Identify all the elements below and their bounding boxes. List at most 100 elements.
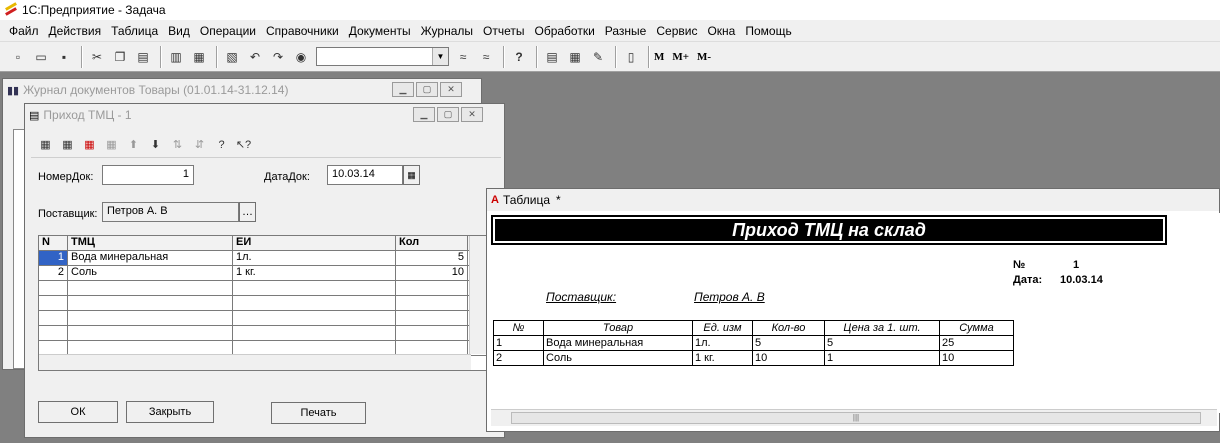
copy-icon[interactable]: ❐	[110, 47, 130, 67]
minimize-icon[interactable]: ▁	[413, 107, 435, 122]
delete-row-icon[interactable]: ▦	[81, 135, 98, 155]
context-help-icon[interactable]: ↖?	[235, 135, 252, 155]
nomer-label: НомерДок:	[38, 171, 94, 183]
cell-n[interactable]: 1	[39, 251, 68, 265]
menu-windows[interactable]: Окна	[702, 24, 740, 38]
copy-row-icon[interactable]: ▦	[103, 135, 120, 155]
close-icon[interactable]: ✕	[461, 107, 483, 122]
menu-actions[interactable]: Действия	[44, 24, 107, 38]
report-sheet[interactable]: Приход ТМЦ на склад № 1 Дата: 10.03.14 П…	[491, 213, 1220, 413]
print-button[interactable]: Печать	[271, 402, 366, 424]
search-combo[interactable]: ▼	[316, 47, 449, 66]
items-grid[interactable]: N ТМЦ ЕИ Кол 1 Вода минеральная 1л. 5 2 …	[38, 235, 487, 371]
memory-button[interactable]: M	[654, 51, 664, 63]
table-row[interactable]: 1 Вода минеральная 1л. 5	[39, 251, 486, 266]
table-row[interactable]: 2 Соль 1 кг. 10	[39, 266, 486, 281]
undo-icon[interactable]: ↶	[245, 47, 265, 67]
date-field[interactable]: 10.03.14	[327, 165, 403, 185]
maximize-icon[interactable]: ▢	[437, 107, 459, 122]
new-document-icon[interactable]: ▫	[8, 47, 28, 67]
sort-asc-icon[interactable]: ⇅	[169, 135, 186, 155]
find-prev-icon[interactable]: ≈	[476, 47, 496, 67]
book-icon[interactable]: ▯	[621, 47, 641, 67]
report-cell: 2	[493, 350, 544, 366]
maximize-icon[interactable]: ▢	[416, 82, 438, 97]
move-down-icon[interactable]: ⬇	[147, 135, 164, 155]
col-n[interactable]: N	[39, 236, 68, 250]
memory-minus-button[interactable]: M-	[697, 51, 711, 63]
sort-desc-icon[interactable]: ⇵	[191, 135, 208, 155]
report-table: № Товар Ед. изм Кол-во Цена за 1. шт. Су…	[493, 320, 1014, 366]
print-icon[interactable]: ▥	[166, 47, 186, 67]
journal-window-controls: ▁ ▢ ✕	[390, 82, 462, 97]
cell-item[interactable]: Соль	[68, 266, 233, 280]
cell-unit[interactable]: 1л.	[233, 251, 396, 265]
cell-qty[interactable]: 5	[396, 251, 468, 265]
menu-processing[interactable]: Обработки	[529, 24, 599, 38]
menu-reports[interactable]: Отчеты	[478, 24, 529, 38]
cell-qty[interactable]: 10	[396, 266, 468, 280]
table-row[interactable]	[39, 296, 486, 311]
menu-table[interactable]: Таблица	[106, 24, 163, 38]
col-unit[interactable]: ЕИ	[233, 236, 396, 250]
move-up-icon[interactable]: ⬆	[125, 135, 142, 155]
cell-n[interactable]: 2	[39, 266, 68, 280]
print-preview-icon[interactable]: ▦	[189, 47, 209, 67]
col-item[interactable]: ТМЦ	[68, 236, 233, 250]
supplier-field[interactable]: Петров А. В	[102, 202, 239, 222]
save-icon[interactable]: ▪	[54, 47, 74, 67]
cell-item[interactable]: Вода минеральная	[68, 251, 233, 265]
menu-file[interactable]: Файл	[4, 24, 44, 38]
col-qty[interactable]: Кол	[396, 236, 468, 250]
supplier-select-button[interactable]: …	[239, 202, 256, 222]
close-button[interactable]: Закрыть	[126, 401, 214, 423]
nomer-field[interactable]: 1	[102, 165, 194, 185]
menu-operations[interactable]: Операции	[195, 24, 261, 38]
paste-icon[interactable]: ▤	[133, 47, 153, 67]
insert-row-icon[interactable]: ▦	[59, 135, 76, 155]
redo-icon[interactable]: ↷	[268, 47, 288, 67]
find-next-icon[interactable]: ≈	[453, 47, 473, 67]
menu-journals[interactable]: Журналы	[416, 24, 478, 38]
ok-button[interactable]: ОК	[38, 401, 118, 423]
calendar-icon[interactable]: ▦	[565, 47, 585, 67]
grid-horizontal-scrollbar[interactable]	[39, 354, 471, 370]
report-title: Приход ТМЦ на склад	[491, 215, 1167, 245]
add-row-icon[interactable]: ▦	[37, 135, 54, 155]
table-window[interactable]: A Таблица * Приход ТМЦ на склад № 1 Дата…	[486, 188, 1220, 432]
grid-vertical-scrollbar[interactable]	[469, 236, 486, 354]
table-titlebar[interactable]: A Таблица *	[487, 189, 1219, 211]
form-window-controls: ▁ ▢ ✕	[411, 107, 483, 122]
document-form-window[interactable]: ▤ Приход ТМЦ - 1 ▁ ▢ ✕ ▦ ▦ ▦ ▦ ⬆ ⬇ ⇅ ⇵ ?…	[24, 103, 505, 438]
table-row[interactable]	[39, 326, 486, 341]
report-horizontal-scrollbar[interactable]: |||	[491, 409, 1217, 426]
calendar-icon[interactable]: ▦	[403, 165, 420, 185]
memory-plus-button[interactable]: M+	[672, 51, 689, 63]
menu-view[interactable]: Вид	[163, 24, 195, 38]
binoculars-icon[interactable]: ◉	[291, 47, 311, 67]
table-row[interactable]	[39, 281, 486, 296]
help-icon[interactable]: ?	[509, 47, 529, 67]
supplier-label: Поставщик:	[38, 208, 98, 220]
cut-icon[interactable]: ✂	[87, 47, 107, 67]
cell-unit[interactable]: 1 кг.	[233, 266, 396, 280]
menu-help[interactable]: Помощь	[740, 24, 796, 38]
app-logo-icon	[4, 2, 18, 17]
menu-documents[interactable]: Документы	[344, 24, 416, 38]
help-icon[interactable]: ?	[213, 135, 230, 155]
close-icon[interactable]: ✕	[440, 82, 462, 97]
menu-misc[interactable]: Разные	[600, 24, 652, 38]
menu-service[interactable]: Сервис	[651, 24, 702, 38]
calculator-icon[interactable]: ▤	[542, 47, 562, 67]
minimize-icon[interactable]: ▁	[392, 82, 414, 97]
report-col-qty: Кол-во	[752, 320, 825, 336]
scrollbar-thumb[interactable]: |||	[511, 412, 1201, 424]
properties-icon[interactable]: ▧	[222, 47, 242, 67]
combo-arrow-icon[interactable]: ▼	[432, 48, 448, 65]
form-toolbar: ▦ ▦ ▦ ▦ ⬆ ⬇ ⇅ ⇵ ? ↖?	[31, 132, 501, 158]
report-date-value: 10.03.14	[1060, 274, 1103, 286]
table-row[interactable]	[39, 311, 486, 326]
menu-references[interactable]: Справочники	[261, 24, 344, 38]
magic-icon[interactable]: ✎	[588, 47, 608, 67]
open-folder-icon[interactable]: ▭	[31, 47, 51, 67]
